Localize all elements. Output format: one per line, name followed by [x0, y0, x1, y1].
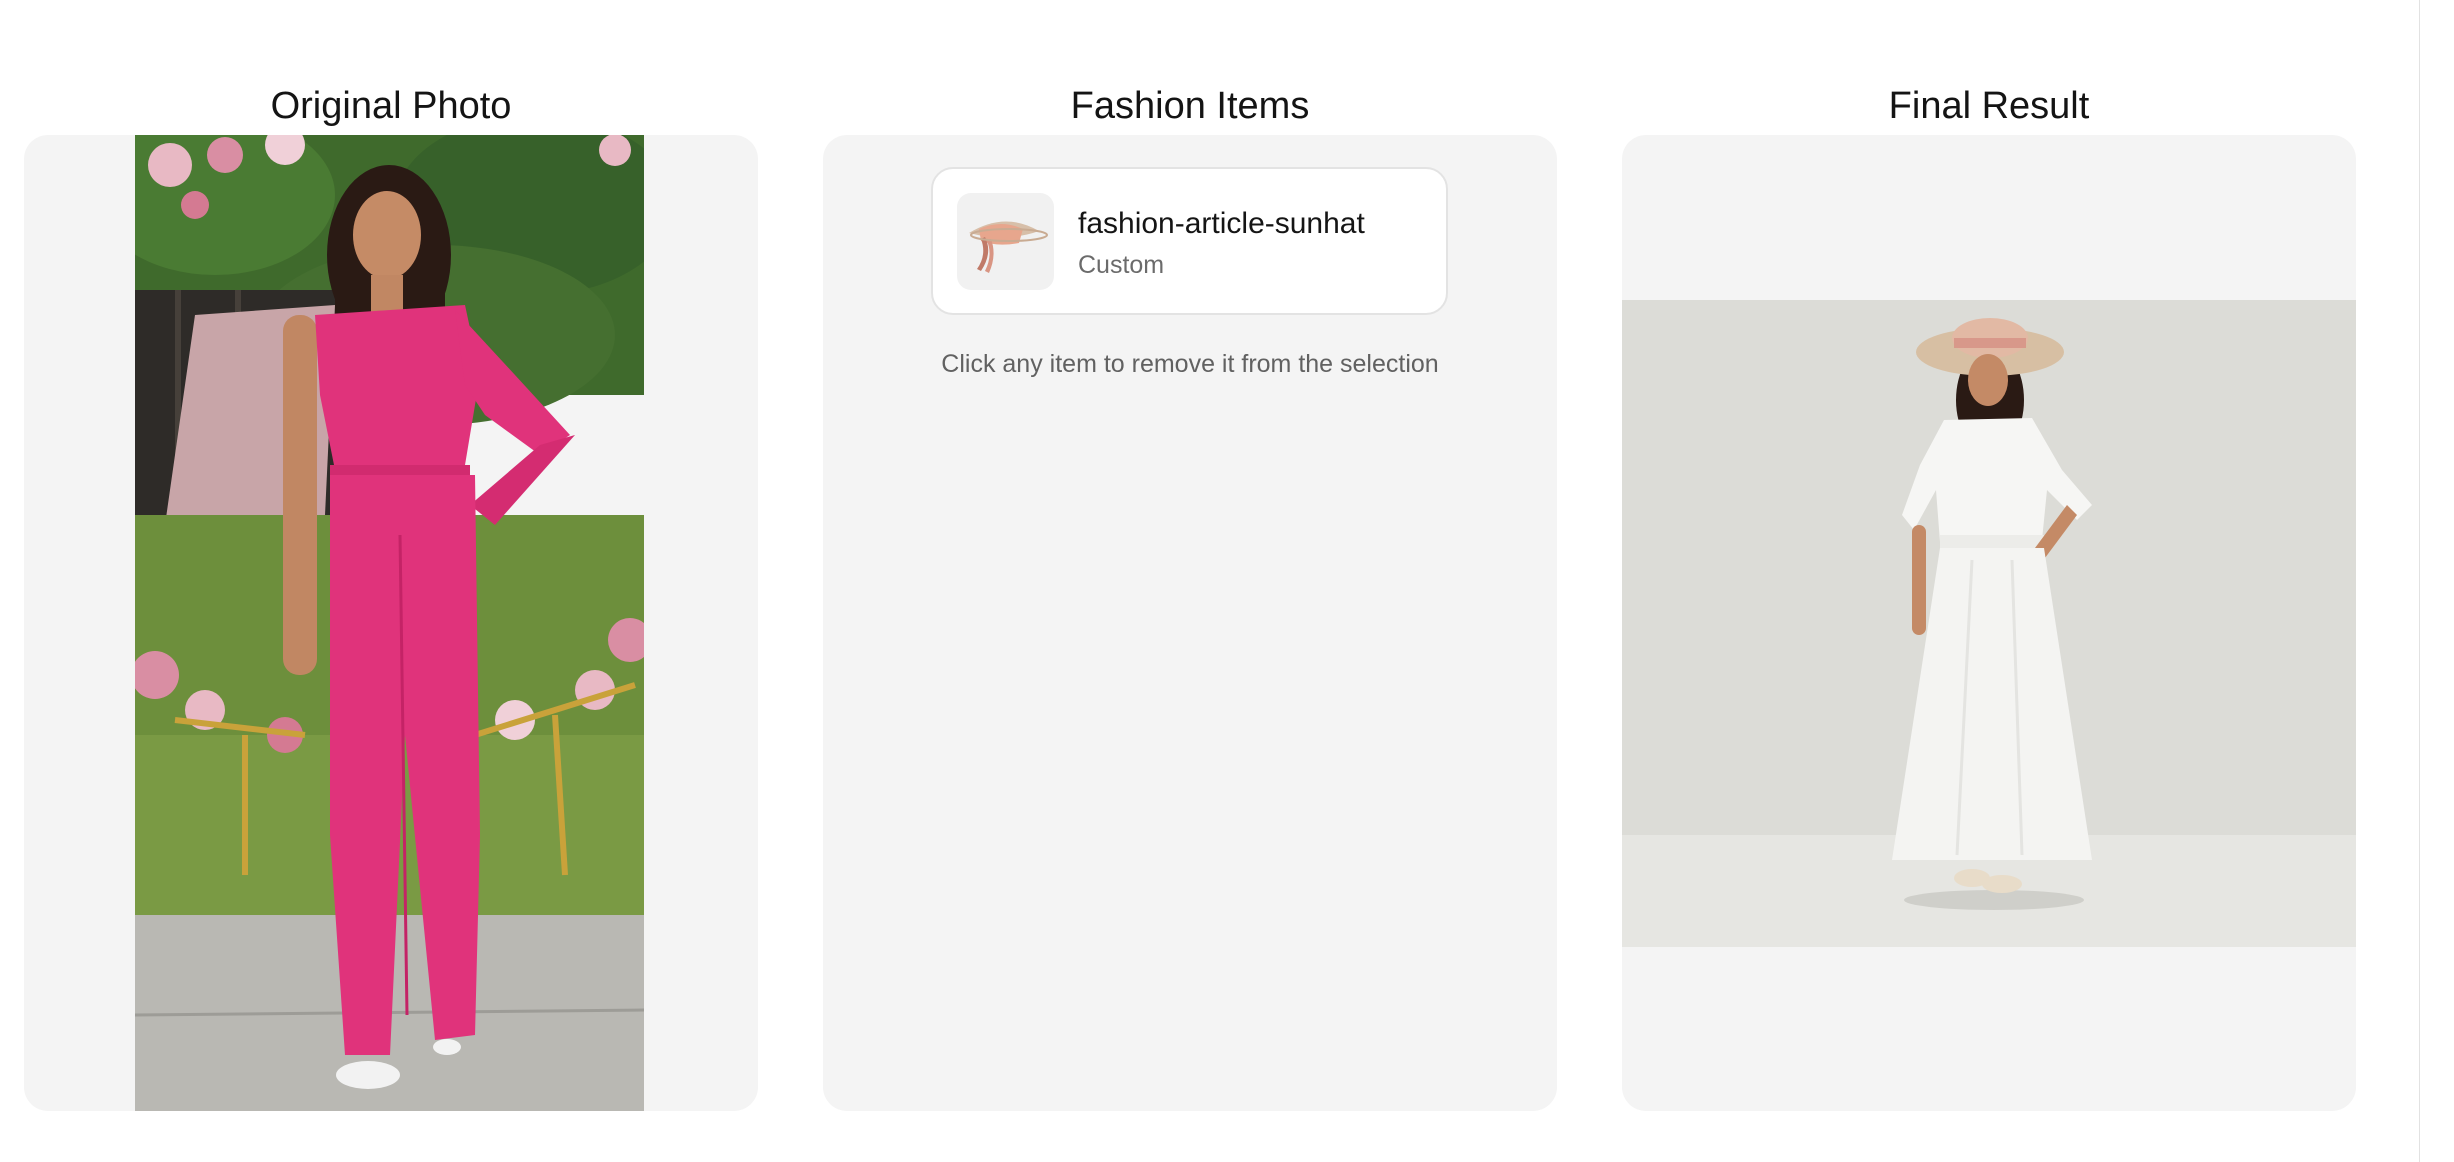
final-result-column: Final Result — [1622, 0, 2356, 1162]
fashion-items-column: Fashion Items fashion-article-sunhat Cus… — [823, 0, 1557, 1162]
final-result-photo — [1622, 300, 2356, 947]
fashion-item-type: Custom — [1078, 251, 1165, 279]
fashion-items-panel: fashion-article-sunhat Custom Click any … — [823, 135, 1557, 1111]
original-photo-column: Original Photo — [24, 0, 758, 1162]
fashion-item-card[interactable]: fashion-article-sunhat Custom — [931, 167, 1448, 315]
items-hint-text: Click any item to remove it from the sel… — [941, 350, 1439, 378]
fashion-item-name: fashion-article-sunhat — [1078, 207, 1365, 240]
original-photo — [135, 135, 644, 1111]
original-photo-panel — [24, 135, 758, 1111]
final-result-panel — [1622, 135, 2356, 1111]
sunhat-thumbnail-icon — [957, 193, 1054, 290]
original-photo-title: Original Photo — [270, 84, 512, 127]
right-divider — [2419, 0, 2420, 1162]
fashion-items-title: Fashion Items — [1070, 84, 1310, 127]
final-result-title: Final Result — [1888, 84, 2090, 127]
